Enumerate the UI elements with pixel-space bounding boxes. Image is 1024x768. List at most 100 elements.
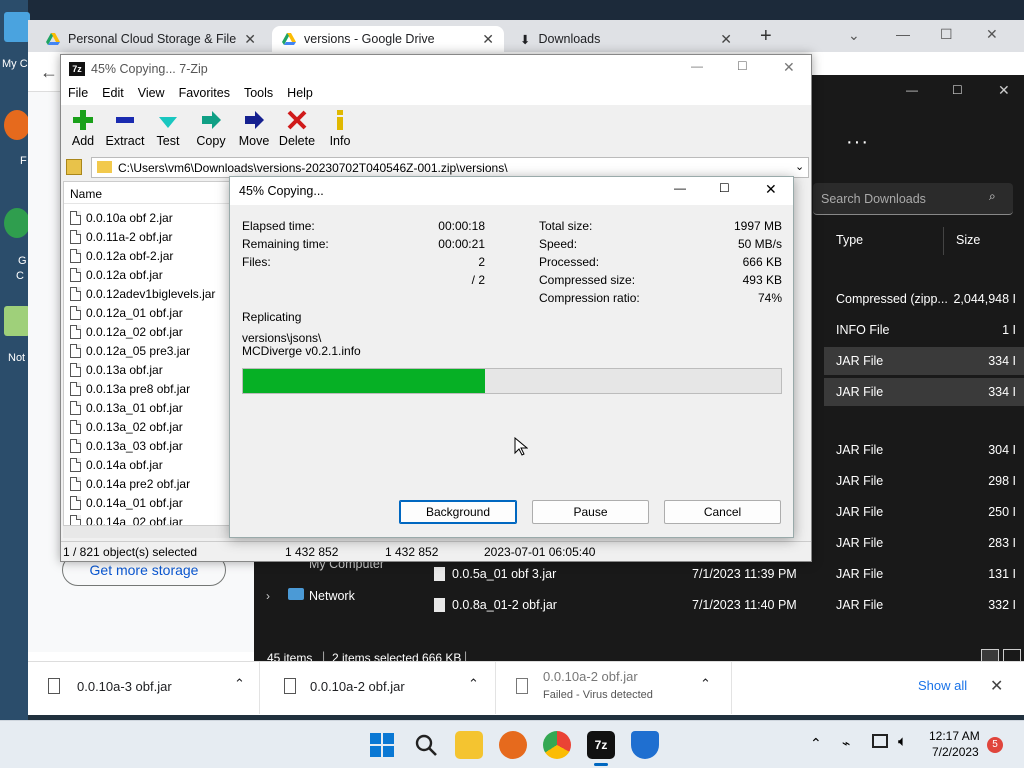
7zip-icon[interactable]: 7z	[587, 731, 615, 759]
explorer-row[interactable]: JAR File 304 I	[824, 436, 1024, 464]
search-input[interactable]: Search Downloads ⌕	[813, 183, 1013, 215]
file-row[interactable]: 0.0.12a_05 pre3.jar	[70, 341, 190, 360]
menu-tools[interactable]: Tools	[237, 83, 280, 105]
desktop-icon-chrome[interactable]	[4, 208, 30, 238]
horizontal-scrollbar[interactable]	[63, 526, 231, 538]
minimize-icon[interactable]: —	[691, 59, 703, 73]
column-header-name[interactable]: Name	[64, 182, 230, 204]
clock-date[interactable]: 7/2/2023	[932, 745, 979, 759]
close-icon[interactable]: ✕	[244, 31, 256, 48]
maximize-icon[interactable]: ☐	[719, 181, 730, 195]
add-button[interactable]: Add	[61, 109, 105, 148]
more-options-icon[interactable]: ···	[846, 131, 869, 154]
file-row[interactable]: 0.0.12a obf.jar	[70, 265, 163, 284]
file-row[interactable]: 0.0.13a pre8 obf.jar	[70, 379, 190, 398]
new-tab-button[interactable]: +	[760, 25, 772, 48]
info-button[interactable]: Info	[318, 109, 362, 148]
explorer-row[interactable]: JAR File 332 I	[824, 591, 1024, 619]
explorer-file-row[interactable]: 0.0.5a_01 obf 3.jar 7/1/2023 11:39 PM	[424, 560, 824, 588]
address-input[interactable]: C:\Users\vm6\Downloads\versions-20230702…	[91, 157, 809, 178]
close-icon[interactable]: ✕	[720, 31, 732, 48]
file-explorer-icon[interactable]	[455, 731, 483, 759]
minimize-icon[interactable]: —	[896, 26, 910, 42]
menu-favorites[interactable]: Favorites	[172, 83, 237, 105]
explorer-row[interactable]: Compressed (zipp... 2,044,948 I	[824, 285, 1024, 313]
move-button[interactable]: Move	[232, 109, 276, 148]
file-row[interactable]: 0.0.14a_02 obf.jar	[70, 512, 183, 525]
file-row[interactable]: 0.0.12a obf-2.jar	[70, 246, 173, 265]
back-icon[interactable]: ←	[40, 62, 58, 83]
tab-versions[interactable]: versions - Google Drive ✕	[272, 26, 504, 52]
tab-personal-cloud[interactable]: Personal Cloud Storage & File Sh ✕	[36, 26, 266, 52]
file-row[interactable]: 0.0.14a pre2 obf.jar	[70, 474, 190, 493]
firefox-icon[interactable]	[499, 731, 527, 759]
download-item[interactable]: 0.0.10a-3 obf.jar ⌃	[28, 662, 260, 714]
show-all-link[interactable]: Show all	[918, 678, 967, 693]
download-item-failed[interactable]: 0.0.10a-2 obf.jar Failed - Virus detecte…	[500, 662, 732, 714]
chevron-up-icon[interactable]: ⌃	[468, 676, 479, 692]
explorer-row[interactable]: JAR File 283 I	[824, 529, 1024, 557]
maximize-icon[interactable]: ☐	[737, 59, 748, 73]
download-item[interactable]: 0.0.10a-2 obf.jar ⌃	[264, 662, 496, 714]
cancel-button[interactable]: Cancel	[664, 500, 781, 524]
file-row[interactable]: 0.0.13a_01 obf.jar	[70, 398, 183, 417]
test-button[interactable]: Test	[146, 109, 190, 148]
background-button[interactable]: Background	[399, 500, 517, 524]
defender-icon[interactable]	[631, 731, 659, 759]
delete-button[interactable]: Delete	[275, 109, 319, 148]
explorer-row[interactable]: JAR File 131 I	[824, 560, 1024, 588]
close-icon[interactable]: ✕	[990, 676, 1003, 696]
pause-button[interactable]: Pause	[532, 500, 649, 524]
chrome-icon[interactable]	[543, 731, 571, 759]
desktop-icon-firefox[interactable]	[4, 110, 30, 140]
explorer-row[interactable]: INFO File 1 I	[824, 316, 1024, 344]
close-icon[interactable]: ✕	[783, 59, 795, 76]
menu-file[interactable]: File	[61, 83, 95, 105]
volume-icon[interactable]: 🔈︎	[898, 733, 907, 750]
minimize-icon[interactable]: —	[674, 181, 686, 195]
notification-badge[interactable]: 5	[987, 737, 1003, 753]
column-header-size[interactable]: Size	[950, 227, 1024, 255]
menu-edit[interactable]: Edit	[95, 83, 131, 105]
search-icon[interactable]	[412, 731, 440, 759]
explorer-row[interactable]: JAR File 334 I	[824, 378, 1024, 406]
display-icon[interactable]	[872, 734, 888, 748]
start-icon[interactable]	[368, 731, 396, 759]
close-icon[interactable]: ✕	[765, 181, 777, 198]
chevron-down-icon[interactable]: ⌄	[795, 160, 804, 173]
network-label[interactable]: Network	[309, 589, 355, 603]
tab-search-icon[interactable]: ⌄	[848, 27, 860, 44]
file-row[interactable]: 0.0.11a-2 obf.jar	[70, 227, 173, 246]
file-row[interactable]: 0.0.13a obf.jar	[70, 360, 163, 379]
file-row[interactable]: 0.0.13a_03 obf.jar	[70, 436, 183, 455]
desktop-icon-notepad[interactable]	[4, 306, 30, 336]
menu-view[interactable]: View	[131, 83, 172, 105]
file-row[interactable]: 0.0.12a_01 obf.jar	[70, 303, 183, 322]
maximize-icon[interactable]: ☐	[940, 26, 953, 43]
tab-downloads[interactable]: ⬇ Downloads ✕	[510, 26, 742, 52]
maximize-icon[interactable]: ☐	[952, 83, 963, 97]
file-row[interactable]: 0.0.14a obf.jar	[70, 455, 163, 474]
column-header-type[interactable]: Type	[824, 227, 944, 255]
close-icon[interactable]: ✕	[986, 26, 998, 43]
chevron-up-icon[interactable]: ⌃	[234, 676, 245, 692]
desktop-icon-this-pc[interactable]	[4, 12, 30, 42]
file-row[interactable]: 0.0.12a_02 obf.jar	[70, 322, 183, 341]
explorer-row[interactable]: JAR File 334 I	[824, 347, 1024, 375]
file-row[interactable]: 0.0.14a_01 obf.jar	[70, 493, 183, 512]
close-icon[interactable]: ✕	[482, 31, 494, 48]
file-row[interactable]: 0.0.13a_02 obf.jar	[70, 417, 183, 436]
close-icon[interactable]: ✕	[998, 82, 1010, 99]
chevron-up-icon[interactable]: ⌃	[810, 735, 822, 752]
explorer-file-row[interactable]: 0.0.8a_01-2 obf.jar 7/1/2023 11:40 PM	[424, 591, 824, 619]
explorer-row[interactable]: JAR File 250 I	[824, 498, 1024, 526]
menu-help[interactable]: Help	[280, 83, 320, 105]
copy-button[interactable]: Copy	[189, 109, 233, 148]
file-row[interactable]: 0.0.12adev1biglevels.jar	[70, 284, 215, 303]
up-folder-icon[interactable]	[66, 159, 82, 175]
extract-button[interactable]: Extract	[103, 109, 147, 148]
network-icon[interactable]: ⌁	[842, 735, 850, 752]
chevron-right-icon[interactable]: ›	[266, 589, 270, 603]
explorer-row[interactable]: JAR File 298 I	[824, 467, 1024, 495]
minimize-icon[interactable]: —	[906, 83, 918, 97]
